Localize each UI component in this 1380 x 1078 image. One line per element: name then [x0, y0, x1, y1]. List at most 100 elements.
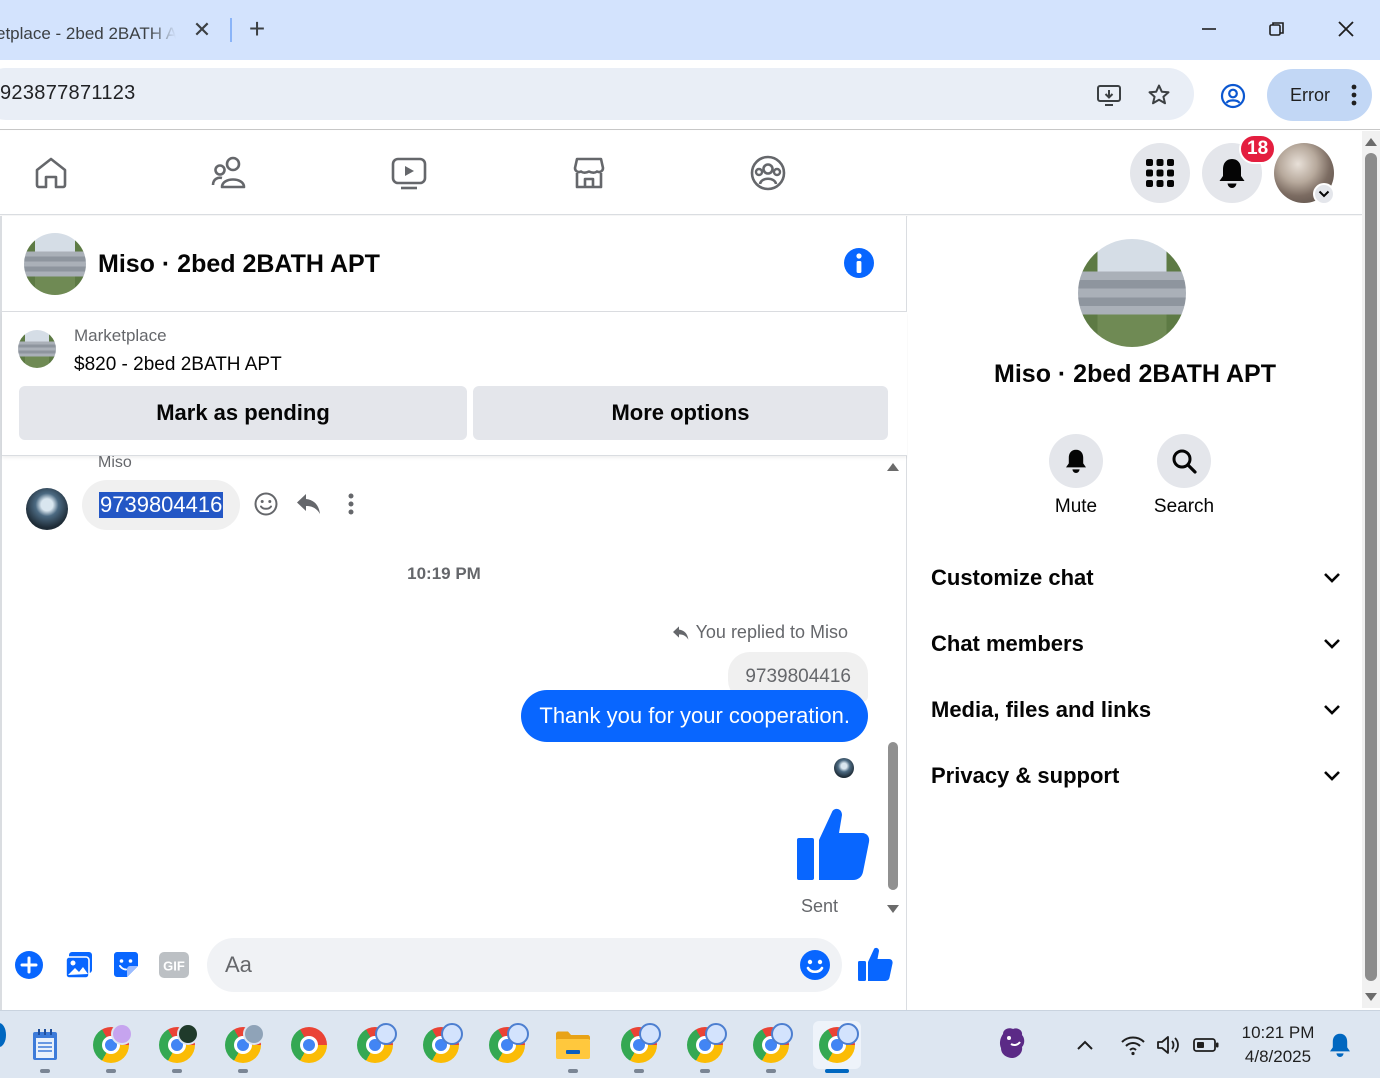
start-edge-icon[interactable]	[0, 1023, 6, 1047]
friends-icon[interactable]	[210, 153, 250, 193]
taskbar-chrome-icon[interactable]	[681, 1021, 729, 1073]
new-tab-button[interactable]: +	[244, 15, 270, 44]
privacy-support-section[interactable]: Privacy & support	[931, 756, 1341, 796]
clock-date: 4/8/2025	[1244, 1047, 1312, 1066]
chevron-down-icon	[1324, 573, 1340, 583]
section-label: Media, files and links	[931, 697, 1152, 722]
mute-label: Mute	[1054, 496, 1098, 517]
chat-scroll-thumb[interactable]	[888, 742, 898, 890]
like-icon[interactable]	[796, 806, 870, 882]
menu-grid-icon[interactable]	[1130, 143, 1190, 203]
close-window-button[interactable]	[1331, 14, 1361, 44]
tab-close-icon[interactable]: ✕	[190, 18, 214, 42]
marketplace-label: Marketplace	[74, 326, 167, 345]
selected-text[interactable]: 9739804416	[99, 492, 224, 518]
chevron-down-icon	[1324, 771, 1340, 781]
outgoing-message[interactable]: Thank you for your cooperation.	[521, 690, 868, 742]
volume-icon[interactable]	[1155, 1031, 1183, 1059]
notification-bell-icon[interactable]	[1326, 1031, 1354, 1059]
react-emoji-icon[interactable]	[252, 490, 280, 518]
message-input[interactable]	[207, 938, 842, 992]
conversation-avatar[interactable]	[24, 233, 86, 295]
tab-title: etplace - 2bed 2BATH APT	[0, 24, 176, 43]
restore-button[interactable]	[1262, 14, 1292, 44]
system-clock[interactable]: 10:21 PM 4/8/2025	[1238, 1021, 1318, 1069]
notification-badge: 18	[1239, 134, 1277, 164]
incoming-message[interactable]: 9739804416	[82, 480, 241, 530]
taskbar-chrome-icon[interactable]	[483, 1021, 531, 1069]
chat-members-section[interactable]: Chat members	[931, 624, 1341, 664]
more-icon[interactable]	[337, 490, 365, 518]
gallery-icon[interactable]	[62, 948, 96, 982]
search-label: Search	[1153, 496, 1215, 517]
emoji-icon[interactable]	[799, 949, 831, 981]
install-app-icon[interactable]	[1095, 81, 1123, 109]
chevron-down-icon	[1324, 705, 1340, 715]
page-scrollbar[interactable]	[1362, 131, 1380, 1008]
mark-as-pending-button[interactable]: Mark as pending	[19, 386, 467, 440]
marketplace-listing: Marketplace $820 - 2bed 2BATH APT Mark a…	[2, 312, 907, 456]
media-files-links-section[interactable]: Media, files and links	[931, 690, 1341, 730]
conversation-large-avatar[interactable]	[1078, 239, 1186, 347]
account-chevron-down-icon[interactable]	[1313, 183, 1335, 205]
mute-button[interactable]	[1049, 434, 1103, 488]
listing-thumbnail[interactable]	[18, 330, 56, 368]
premier-league-tray-icon[interactable]	[996, 1025, 1028, 1061]
gif-icon[interactable]: GIF	[157, 948, 191, 982]
search-button[interactable]	[1157, 434, 1211, 488]
seen-by-avatar	[834, 758, 854, 778]
bookmark-star-icon[interactable]	[1145, 81, 1173, 109]
taskbar-chrome-icon[interactable]	[417, 1021, 465, 1069]
taskbar-chrome-icon[interactable]	[747, 1021, 795, 1073]
chat-header: Miso · 2bed 2BATH APT	[2, 216, 907, 312]
taskbar-notepad-icon[interactable]	[21, 1021, 69, 1073]
section-label: Customize chat	[931, 565, 1094, 590]
taskbar-chrome-icon[interactable]	[87, 1021, 135, 1073]
browser-error-button[interactable]: Error	[1267, 69, 1372, 121]
customize-chat-section[interactable]: Customize chat	[931, 558, 1341, 598]
message-list: Miso 9739804416 10:19 PM You replied to …	[2, 456, 892, 926]
address-bar[interactable]: 923877871123	[0, 68, 1194, 120]
reply-icon[interactable]	[295, 490, 323, 518]
info-icon[interactable]	[844, 248, 874, 278]
browser-menu-icon[interactable]	[1350, 83, 1358, 107]
taskbar-file-explorer-icon[interactable]	[549, 1021, 597, 1073]
chat-title[interactable]: Miso · 2bed 2BATH APT	[98, 250, 380, 279]
wifi-icon[interactable]	[1119, 1031, 1147, 1059]
send-like-icon[interactable]	[857, 946, 893, 982]
conversation-name: Miso · 2bed 2BATH APT	[994, 360, 1276, 388]
page-scroll-thumb[interactable]	[1365, 153, 1377, 981]
browser-tab-strip: etplace - 2bed 2BATH APT ✕ +	[0, 0, 1380, 60]
taskbar-chrome-active-icon[interactable]	[813, 1021, 861, 1073]
taskbar-chrome-icon[interactable]	[615, 1021, 663, 1073]
taskbar-chrome-icon[interactable]	[351, 1021, 399, 1069]
reply-note: You replied to Miso	[672, 622, 848, 643]
taskbar-chrome-icon[interactable]	[285, 1021, 333, 1069]
home-icon[interactable]	[31, 153, 71, 193]
chat-scrollbar[interactable]	[886, 462, 902, 913]
chevron-down-icon	[1324, 639, 1340, 649]
battery-icon[interactable]	[1192, 1031, 1220, 1059]
taskbar-chrome-icon[interactable]	[153, 1021, 201, 1073]
show-hidden-icons-chevron-up-icon[interactable]	[1071, 1031, 1099, 1059]
more-options-button[interactable]: More options	[473, 386, 888, 440]
section-label: Chat members	[931, 631, 1084, 656]
browser-profile-icon[interactable]	[1218, 81, 1248, 111]
bell-icon	[1066, 449, 1086, 473]
taskbar-chrome-icon[interactable]	[219, 1021, 267, 1073]
conversation-info-panel: Miso · 2bed 2BATH APT Mute Search Custom…	[908, 216, 1362, 1010]
listing-price-title[interactable]: $820 - 2bed 2BATH APT	[74, 354, 282, 376]
sticker-icon[interactable]	[109, 948, 143, 982]
video-icon[interactable]	[389, 153, 429, 193]
browser-tab[interactable]: etplace - 2bed 2BATH APT ✕	[0, 8, 225, 60]
time-separator: 10:19 PM	[407, 564, 481, 583]
reply-note-text: You replied to Miso	[695, 622, 848, 642]
marketplace-icon[interactable]	[569, 153, 609, 193]
plus-icon[interactable]	[12, 948, 46, 982]
url-text[interactable]: 923877871123	[0, 82, 136, 105]
clock-time: 10:21 PM	[1241, 1023, 1315, 1042]
sender-avatar[interactable]	[26, 488, 68, 530]
sender-name: Miso	[98, 456, 132, 471]
minimize-button[interactable]	[1194, 14, 1224, 44]
groups-icon[interactable]	[748, 153, 788, 193]
